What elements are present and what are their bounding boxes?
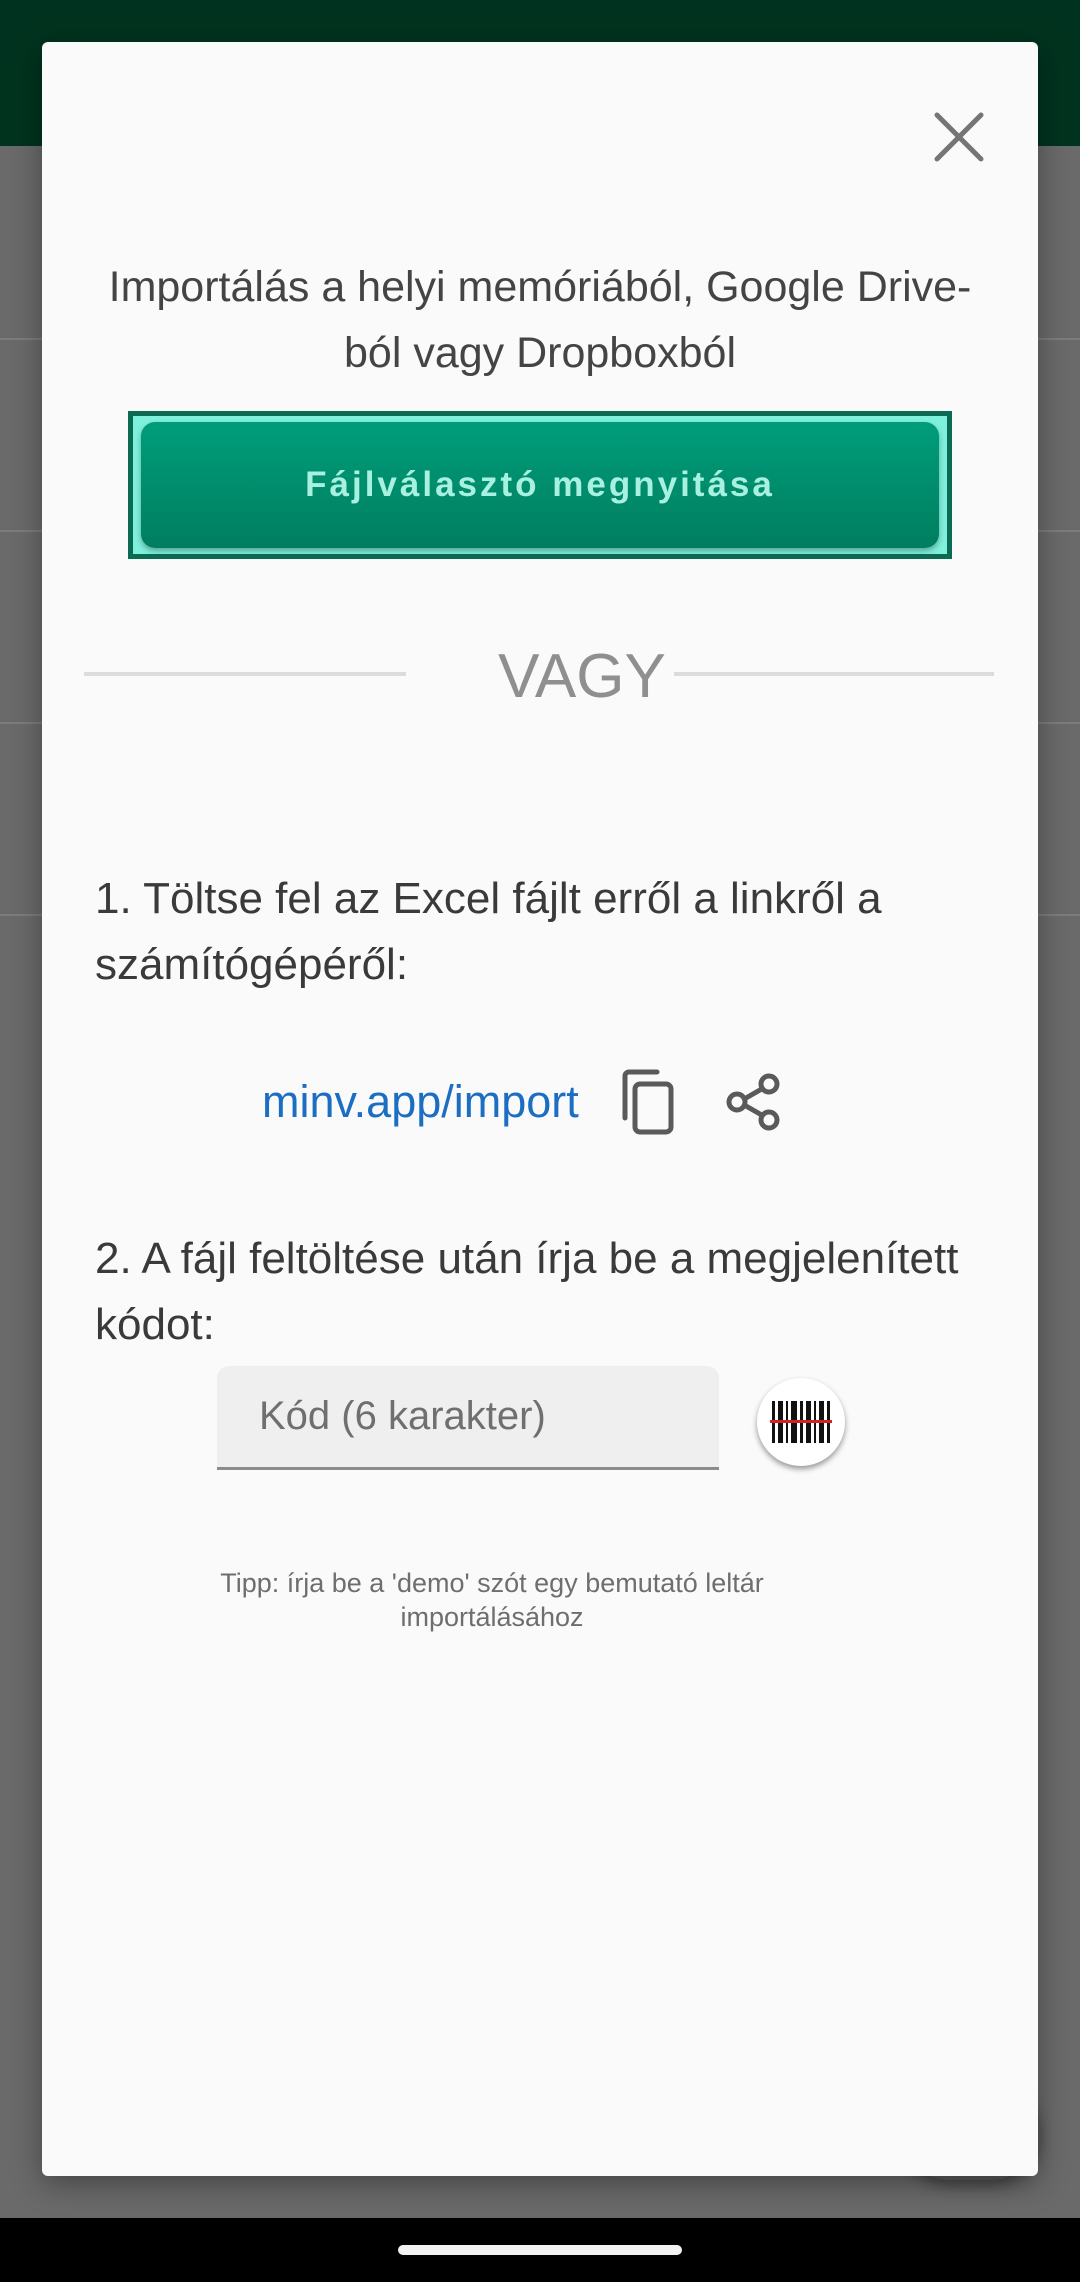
close-button[interactable] [914, 92, 1004, 182]
share-icon [726, 1073, 780, 1131]
demo-hint: Tipp: írja be a 'demo' szót egy bemutató… [220, 1568, 764, 1632]
close-icon [934, 112, 984, 162]
dialog-title: Importálás a helyi memóriából, Google Dr… [108, 263, 972, 377]
divider-line-right [674, 672, 994, 676]
or-divider-label: VAGY [498, 642, 666, 711]
barcode-scan-button[interactable] [757, 1378, 845, 1466]
share-link-button[interactable] [711, 1060, 795, 1144]
home-gesture-handle[interactable] [398, 2245, 682, 2255]
open-file-picker-button[interactable]: Fájlválasztó megnyitása [141, 422, 939, 548]
import-link-row: minv.app/import [262, 1032, 795, 1172]
step-2-instruction: 2. A fájl feltöltése után írja be a megj… [95, 1234, 959, 1349]
step-1-instruction: 1. Töltse fel az Excel fájlt erről a lin… [95, 874, 882, 989]
code-input[interactable] [217, 1366, 719, 1467]
barcode-scan-icon [770, 1401, 832, 1443]
file-picker-focus-ring: Fájlválasztó megnyitása [128, 411, 952, 559]
code-field [217, 1366, 719, 1470]
copy-icon [622, 1069, 674, 1135]
import-link[interactable]: minv.app/import [262, 1076, 579, 1128]
import-dialog: Importálás a helyi memóriából, Google Dr… [42, 42, 1038, 2176]
copy-link-button[interactable] [605, 1060, 689, 1144]
divider-line-left [84, 672, 406, 676]
